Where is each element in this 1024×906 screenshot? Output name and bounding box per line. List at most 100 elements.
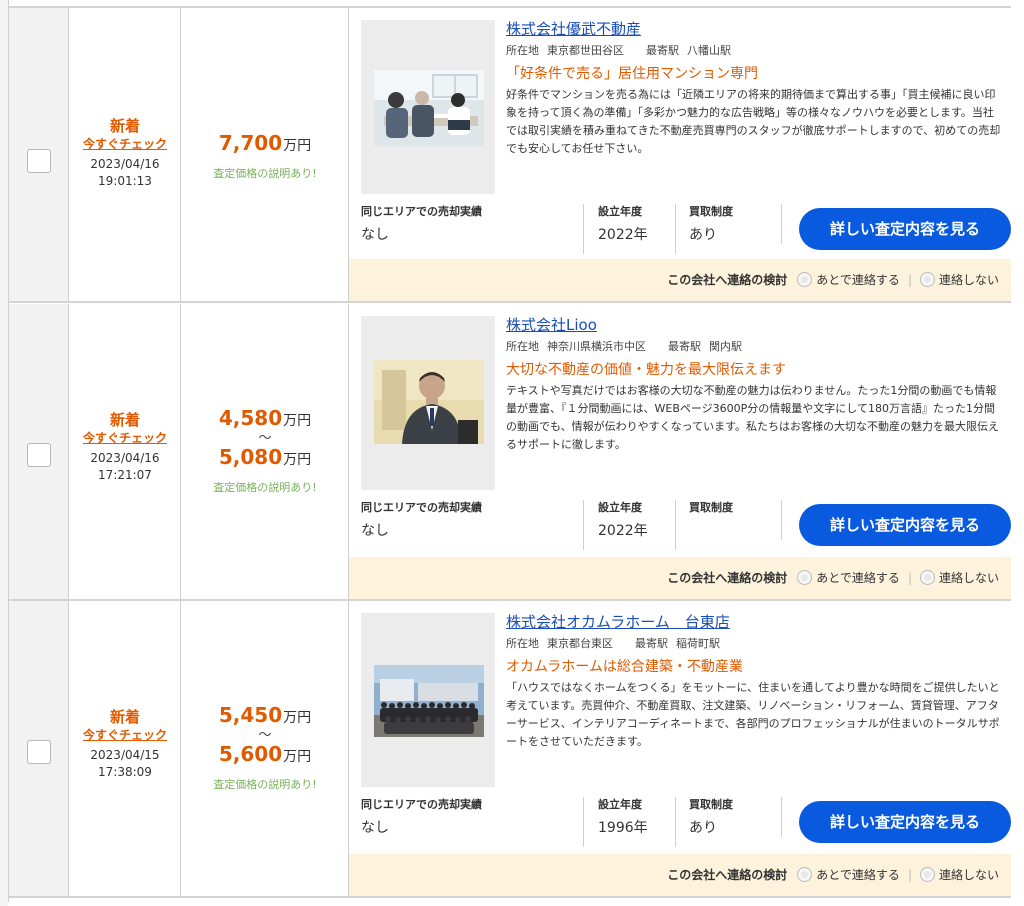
- buyback-label: 買取制度: [689, 798, 733, 811]
- contact-bar: この会社へ連絡の検討 あとで連絡する | 連絡しない: [349, 259, 1011, 301]
- company-name-link[interactable]: 株式会社優武不動産: [506, 18, 641, 40]
- status-cell: 新着 今すぐチェック 2023/04/16 17:21:07: [69, 304, 181, 599]
- select-checkbox[interactable]: [27, 443, 51, 467]
- contact-question: この会社へ連絡の検討: [667, 868, 788, 882]
- company-location: 所在地 東京都世田谷区 最寄駅 八幡山駅: [506, 44, 731, 57]
- established-value: 1996年: [598, 820, 648, 836]
- company-description: テキストや写真だけではお客様の大切な不動産の魅力は伝わりません。たった1分間の動…: [506, 384, 1000, 451]
- price-range-tilde: 〜: [258, 728, 272, 743]
- company-description: 「ハウスではなくホームをつくる」をモットーに、住まいを通してより豊かな時間をご提…: [506, 681, 1000, 748]
- contact-no-label[interactable]: 連絡しない: [939, 868, 999, 882]
- contact-question: この会社へ連絡の検討: [667, 273, 788, 287]
- divider: |: [907, 868, 912, 882]
- check-now-link[interactable]: 今すぐチェック: [69, 727, 181, 743]
- company-photo: [361, 613, 495, 787]
- company-stats: 同じエリアでの売却実績 なし 設立年度 2022年 買取制度 あり 詳しい査定内…: [361, 204, 1011, 258]
- view-details-button[interactable]: 詳しい査定内容を見る: [799, 801, 1011, 843]
- received-date: 2023/04/15: [90, 748, 160, 762]
- view-details-button[interactable]: 詳しい査定内容を見る: [799, 504, 1011, 546]
- select-checkbox[interactable]: [27, 740, 51, 764]
- received-date: 2023/04/16: [90, 451, 160, 465]
- new-badge: 新着: [109, 411, 140, 429]
- company-cell: 株式会社優武不動産 所在地 東京都世田谷区 最寄駅 八幡山駅 「好条件で売る」居住用マ…: [349, 8, 1011, 301]
- select-cell: [9, 8, 69, 301]
- price-range-tilde: 〜: [258, 431, 272, 446]
- contact-later-radio[interactable]: [797, 867, 813, 882]
- new-badge: 新着: [109, 117, 140, 135]
- company-location: 所在地 東京都台東区 最寄駅 稲荷町駅: [506, 637, 720, 650]
- office-meeting-photo: [374, 70, 484, 146]
- received-time: 17:21:07: [98, 468, 152, 482]
- price-cell: 4,580万円 〜 5,080万円 査定価格の説明あり!: [181, 304, 349, 599]
- price-cell: 5,450万円 〜 5,600万円 査定価格の説明あり!: [181, 601, 349, 896]
- company-photo: [361, 316, 495, 490]
- company-row: 新着 今すぐチェック 2023/04/16 19:01:13 7,700万円 査…: [9, 6, 1011, 303]
- status-cell: 新着 今すぐチェック 2023/04/15 17:38:09: [69, 601, 181, 896]
- established-value: 2022年: [598, 523, 648, 539]
- company-stats: 同じエリアでの売却実績 なし 設立年度 1996年 買取制度 あり 詳しい査定内…: [361, 797, 1011, 851]
- sales-record-value: なし: [361, 820, 389, 836]
- select-cell: [9, 601, 69, 896]
- price-note: 査定価格の説明あり!: [213, 167, 317, 180]
- divider: |: [907, 273, 912, 287]
- established-label: 設立年度: [598, 798, 642, 811]
- check-now-link[interactable]: 今すぐチェック: [69, 136, 181, 152]
- price-max: 5,600万円: [218, 742, 312, 766]
- established-label: 設立年度: [598, 205, 642, 218]
- sales-record-label: 同じエリアでの売却実績: [361, 798, 482, 811]
- company-headline: オカムラホームは総合建築・不動産業: [506, 659, 743, 675]
- contact-bar: この会社へ連絡の検討 あとで連絡する | 連絡しない: [349, 854, 1011, 896]
- sales-record-label: 同じエリアでの売却実績: [361, 205, 482, 218]
- price-max: 5,080万円: [218, 445, 312, 469]
- sales-record-value: なし: [361, 523, 389, 539]
- company-row: 新着 今すぐチェック 2023/04/15 17:38:09 5,450万円 〜…: [9, 601, 1011, 898]
- contact-bar: この会社へ連絡の検討 あとで連絡する | 連絡しない: [349, 557, 1011, 599]
- established-label: 設立年度: [598, 501, 642, 514]
- company-description: 好条件でマンションを売る為には「近隣エリアの将来的期待価まで算出する事」「買主候…: [506, 88, 1001, 155]
- select-checkbox[interactable]: [27, 149, 51, 173]
- new-badge: 新着: [109, 708, 140, 726]
- received-time: 19:01:13: [98, 174, 152, 188]
- staff-group-photo: [374, 665, 484, 737]
- contact-later-label[interactable]: あとで連絡する: [816, 273, 900, 287]
- status-cell: 新着 今すぐチェック 2023/04/16 19:01:13: [69, 8, 181, 301]
- price-note: 査定価格の説明あり!: [213, 778, 317, 791]
- company-location: 所在地 神奈川県横浜市中区 最寄駅 関内駅: [506, 340, 742, 353]
- left-gutter: [0, 0, 8, 906]
- company-cell: 株式会社Lioo 所在地 神奈川県横浜市中区 最寄駅 関内駅 大切な不動産の価値・魅力…: [349, 304, 1011, 599]
- company-headline: 「好条件で売る」居住用マンション専門: [506, 66, 758, 82]
- company-name-link[interactable]: 株式会社オカムラホーム 台東店: [506, 611, 730, 633]
- buyback-value: あり: [689, 227, 717, 243]
- buyback-label: 買取制度: [689, 501, 733, 514]
- company-name-link[interactable]: 株式会社Lioo: [506, 314, 597, 336]
- contact-no-label[interactable]: 連絡しない: [939, 571, 999, 585]
- price-min: 4,580万円: [218, 406, 312, 430]
- contact-later-radio[interactable]: [797, 272, 813, 287]
- view-details-button[interactable]: 詳しい査定内容を見る: [799, 208, 1011, 250]
- company-row: 新着 今すぐチェック 2023/04/16 17:21:07 4,580万円 〜…: [9, 304, 1011, 601]
- contact-no-radio[interactable]: [919, 867, 935, 882]
- company-cell: 株式会社オカムラホーム 台東店 所在地 東京都台東区 最寄駅 稲荷町駅 オカムラホーム…: [349, 601, 1011, 896]
- price-cell: 7,700万円 査定価格の説明あり!: [181, 8, 349, 301]
- buyback-value: あり: [689, 820, 717, 836]
- buyback-label: 買取制度: [689, 205, 733, 218]
- contact-later-label[interactable]: あとで連絡する: [816, 571, 900, 585]
- contact-later-radio[interactable]: [797, 570, 813, 585]
- divider: |: [907, 571, 912, 585]
- contact-no-radio[interactable]: [919, 272, 935, 287]
- company-results-table: 新着 今すぐチェック 2023/04/16 19:01:13 7,700万円 査…: [8, 0, 1011, 902]
- price-min: 7,700万円: [218, 131, 312, 155]
- price-note: 査定価格の説明あり!: [213, 481, 317, 494]
- contact-no-label[interactable]: 連絡しない: [939, 273, 999, 287]
- sales-record-value: なし: [361, 227, 389, 243]
- contact-later-label[interactable]: あとで連絡する: [816, 868, 900, 882]
- sales-record-label: 同じエリアでの売却実績: [361, 501, 482, 514]
- staff-portrait-photo: [374, 360, 484, 444]
- company-photo: [361, 20, 495, 194]
- price-min: 5,450万円: [218, 703, 312, 727]
- received-date: 2023/04/16: [90, 157, 160, 171]
- company-headline: 大切な不動産の価値・魅力を最大限伝えます: [506, 362, 786, 378]
- established-value: 2022年: [598, 227, 648, 243]
- check-now-link[interactable]: 今すぐチェック: [69, 430, 181, 446]
- contact-no-radio[interactable]: [919, 570, 935, 585]
